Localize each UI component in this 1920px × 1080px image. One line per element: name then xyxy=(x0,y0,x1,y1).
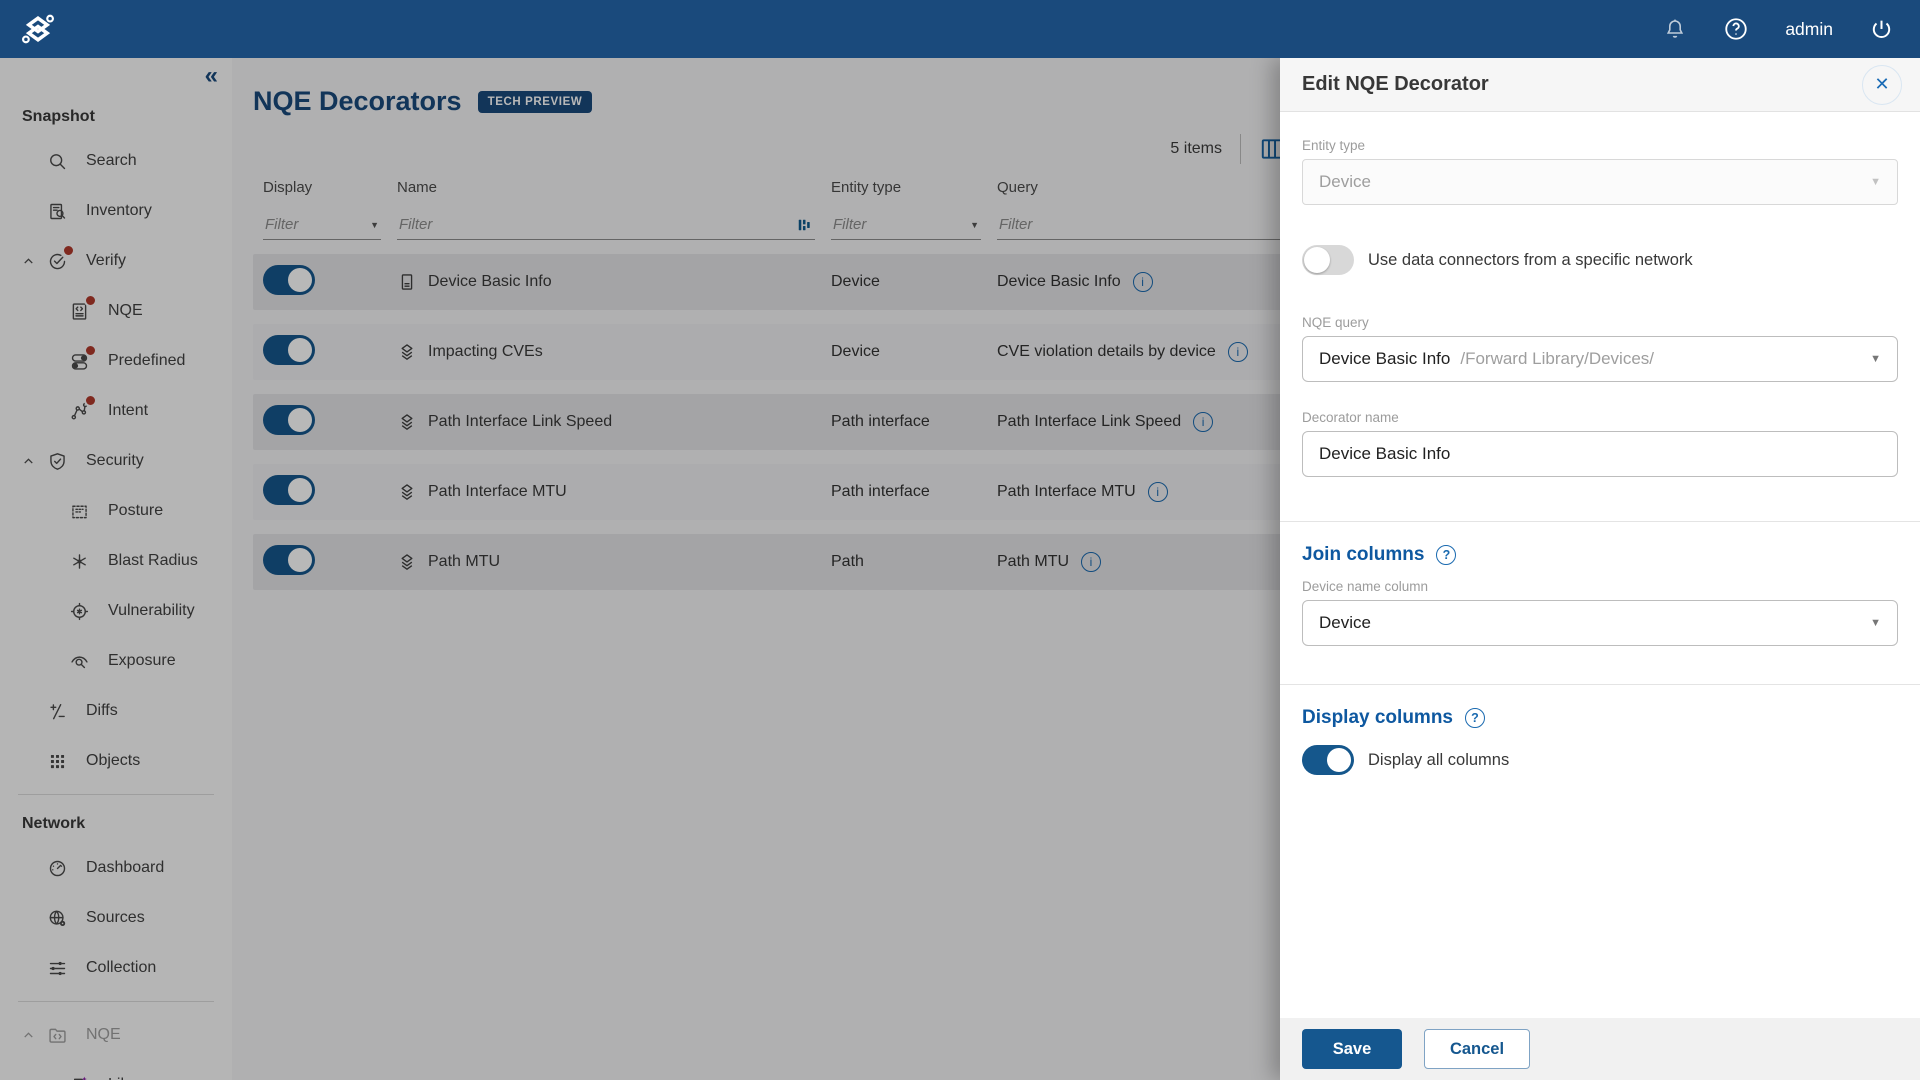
drawer-header: Edit NQE Decorator ✕ xyxy=(1280,58,1920,112)
nqe-query-select[interactable]: Device Basic Info /Forward Library/Devic… xyxy=(1302,336,1898,382)
chevron-down-icon: ▼ xyxy=(1870,176,1881,188)
join-columns-heading: Join columns ? xyxy=(1302,544,1898,566)
chevron-down-icon: ▼ xyxy=(1870,617,1881,629)
device-name-column-label: Device name column xyxy=(1302,579,1429,594)
decorator-name-label: Decorator name xyxy=(1302,410,1399,425)
device-name-column-select[interactable]: Device ▼ xyxy=(1302,600,1898,646)
app-logo-icon[interactable] xyxy=(18,8,60,50)
network-toggle-label: Use data connectors from a specific netw… xyxy=(1368,250,1693,269)
display-all-columns-row: Display all columns xyxy=(1302,745,1898,775)
help-icon[interactable] xyxy=(1723,16,1749,42)
user-menu[interactable]: admin xyxy=(1785,19,1833,40)
drawer-title: Edit NQE Decorator xyxy=(1302,73,1489,95)
drawer-body: Entity type Device ▼ Use data connectors… xyxy=(1280,112,1920,1018)
chevron-down-icon: ▼ xyxy=(1870,353,1881,365)
divider xyxy=(1280,684,1920,685)
display-all-columns-label: Display all columns xyxy=(1368,750,1510,769)
close-icon[interactable]: ✕ xyxy=(1862,64,1902,105)
notifications-icon[interactable] xyxy=(1663,17,1687,41)
drawer-footer: Save Cancel xyxy=(1280,1018,1920,1080)
nqe-query-label: NQE query xyxy=(1302,315,1369,330)
top-navbar: admin xyxy=(0,0,1920,58)
display-all-columns-toggle[interactable] xyxy=(1302,745,1354,775)
network-toggle[interactable] xyxy=(1302,245,1354,275)
logout-icon[interactable] xyxy=(1869,17,1894,42)
nqe-query-value: Device Basic Info xyxy=(1319,349,1451,368)
display-columns-heading: Display columns ? xyxy=(1302,707,1898,729)
divider xyxy=(1280,521,1920,522)
question-icon[interactable]: ? xyxy=(1436,545,1457,565)
network-toggle-row: Use data connectors from a specific netw… xyxy=(1302,245,1898,275)
question-icon[interactable]: ? xyxy=(1465,708,1485,728)
cancel-button[interactable]: Cancel xyxy=(1424,1029,1530,1069)
decorator-name-input[interactable] xyxy=(1302,431,1898,477)
entity-type-label: Entity type xyxy=(1302,138,1366,153)
nqe-query-path: /Forward Library/Devices/ xyxy=(1460,349,1655,368)
edit-drawer: Edit NQE Decorator ✕ Entity type Device … xyxy=(1280,58,1920,1080)
save-button[interactable]: Save xyxy=(1302,1029,1402,1069)
entity-type-select: Device ▼ xyxy=(1302,159,1898,205)
